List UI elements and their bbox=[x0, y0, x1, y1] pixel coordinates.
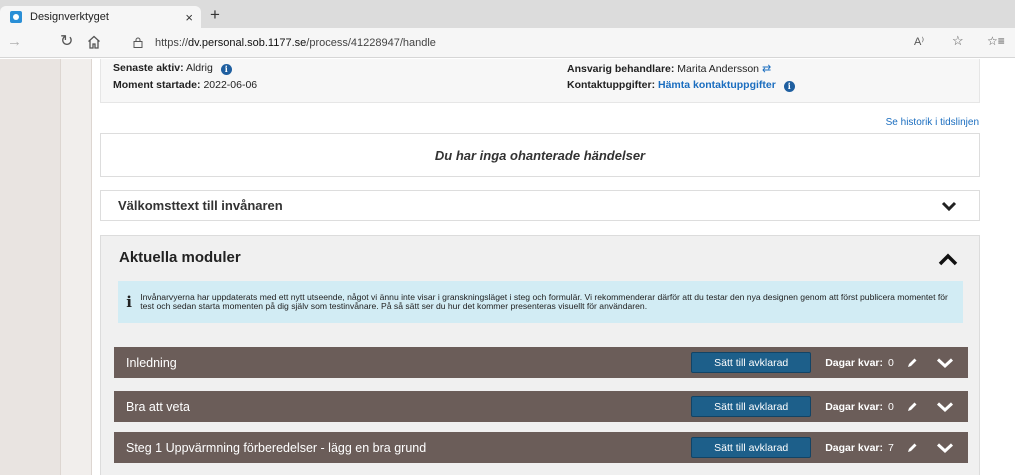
pencil-icon[interactable] bbox=[906, 401, 918, 413]
module-title: Inledning bbox=[126, 355, 177, 370]
chevron-up-icon[interactable] bbox=[937, 253, 959, 267]
chevron-down-icon[interactable] bbox=[936, 442, 954, 454]
days-left-label: Dagar kvar: bbox=[825, 400, 883, 413]
timeline-history-link[interactable]: Se historik i tidslinjen bbox=[886, 117, 979, 128]
favorites-list-icon[interactable]: ☆≡ bbox=[987, 34, 1005, 48]
patient-info-box: Senaste aktiv: Aldrig i Moment startade:… bbox=[100, 59, 980, 103]
welcome-text-accordion[interactable]: Välkomsttext till invånaren bbox=[100, 190, 980, 221]
site-favicon-icon bbox=[10, 11, 22, 23]
moment-started-row: Moment startade: 2022-06-06 bbox=[113, 79, 257, 91]
address-bar[interactable]: https://dv.personal.sob.1177.se/process/… bbox=[122, 31, 994, 54]
chevron-down-icon[interactable] bbox=[941, 200, 957, 212]
url-prefix: https:// bbox=[155, 36, 189, 49]
info-icon[interactable]: i bbox=[783, 81, 795, 92]
info-icon[interactable]: i bbox=[220, 64, 232, 75]
module-row[interactable]: Steg 1 Uppvärmning förberedelser - lägg … bbox=[114, 432, 968, 463]
module-title: Bra att veta bbox=[126, 399, 190, 414]
module-row[interactable]: Inledning Sätt till avklarad Dagar kvar:… bbox=[114, 347, 968, 378]
moment-started-value: 2022-06-06 bbox=[203, 79, 258, 91]
last-active-value: Aldrig bbox=[185, 62, 213, 74]
days-left-label: Dagar kvar: bbox=[825, 441, 883, 454]
browser-tab[interactable]: Designverktyget × bbox=[0, 6, 201, 28]
modules-title: Aktuella moduler bbox=[119, 249, 241, 266]
days-left-value: 0 bbox=[888, 400, 894, 413]
mark-complete-button[interactable]: Sätt till avklarad bbox=[691, 437, 812, 458]
new-tab-icon[interactable]: + bbox=[210, 6, 220, 24]
no-events-text: Du har inga ohanterade händelser bbox=[434, 147, 646, 163]
module-row[interactable]: Bra att veta Sätt till avklarad Dagar kv… bbox=[114, 391, 968, 422]
swap-icon[interactable]: ⇄ bbox=[762, 63, 771, 75]
browser-tab-strip: Designverktyget × + bbox=[0, 0, 1015, 28]
fetch-contact-link[interactable]: Hämta kontaktuppgifter bbox=[658, 79, 776, 91]
last-active-label: Senaste aktiv: bbox=[113, 62, 184, 74]
chevron-down-icon[interactable] bbox=[936, 357, 954, 369]
left-panel bbox=[60, 59, 92, 475]
welcome-title: Välkomsttext till invånaren bbox=[118, 198, 283, 213]
contact-row: Kontaktuppgifter: Hämta kontaktuppgifter… bbox=[567, 79, 795, 92]
days-left-label: Dagar kvar: bbox=[825, 356, 883, 369]
url-path: /process/41228947/handle bbox=[306, 36, 436, 49]
back-arrow-icon[interactable]: → bbox=[7, 34, 22, 50]
home-icon[interactable] bbox=[87, 34, 101, 50]
read-aloud-icon[interactable]: A⁾ bbox=[914, 35, 924, 48]
moment-started-label: Moment startade: bbox=[113, 79, 201, 91]
main-content: Senaste aktiv: Aldrig i Moment startade:… bbox=[92, 59, 1015, 475]
days-left-value: 7 bbox=[888, 441, 894, 454]
mark-complete-button[interactable]: Sätt till avklarad bbox=[691, 352, 812, 373]
close-tab-icon[interactable]: × bbox=[185, 10, 193, 25]
responsible-value: Marita Andersson bbox=[677, 63, 760, 75]
last-active-row: Senaste aktiv: Aldrig i bbox=[113, 62, 232, 75]
responsible-row: Ansvarig behandlare: Marita Andersson ⇄ bbox=[567, 62, 771, 75]
pencil-icon[interactable] bbox=[906, 357, 918, 369]
days-left-value: 0 bbox=[888, 356, 894, 369]
current-modules-section: Aktuella moduler i Invånarvyerna har upp… bbox=[100, 235, 980, 475]
reload-icon[interactable]: ↻ bbox=[60, 34, 73, 50]
add-favorite-icon[interactable]: ☆ bbox=[952, 33, 964, 49]
page: Senaste aktiv: Aldrig i Moment startade:… bbox=[0, 59, 1015, 475]
tab-title: Designverktyget bbox=[30, 11, 109, 23]
url-host: dv.personal.sob.1177.se bbox=[188, 36, 307, 49]
contact-label: Kontaktuppgifter: bbox=[567, 79, 656, 91]
info-notice: i Invånarvyerna har uppdaterats med ett … bbox=[118, 281, 963, 323]
browser-toolbar: → ↻ https://dv.personal.sob.1177.se/proc… bbox=[0, 28, 1015, 58]
lock-icon bbox=[133, 37, 143, 48]
mark-complete-button[interactable]: Sätt till avklarad bbox=[691, 396, 812, 417]
notice-text: Invånarvyerna har uppdaterats med ett ny… bbox=[140, 291, 948, 311]
chevron-down-icon[interactable] bbox=[936, 401, 954, 413]
info-icon: i bbox=[126, 293, 132, 311]
responsible-label: Ansvarig behandlare: bbox=[567, 63, 675, 75]
pencil-icon[interactable] bbox=[906, 442, 918, 454]
events-panel: Du har inga ohanterade händelser bbox=[100, 133, 980, 177]
module-title: Steg 1 Uppvärmning förberedelser - lägg … bbox=[126, 440, 427, 455]
